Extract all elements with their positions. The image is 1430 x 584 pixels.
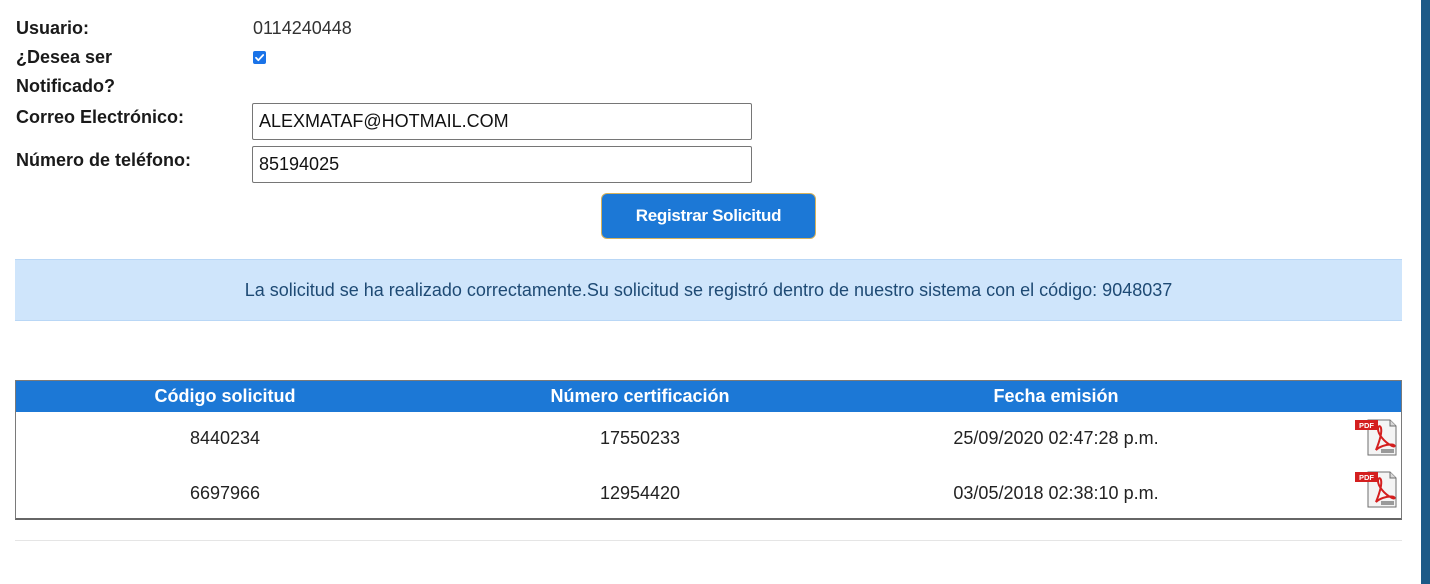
notificado-label-line1: ¿Desea ser (16, 47, 113, 67)
pdf-icon[interactable]: PDF (1354, 416, 1398, 456)
alert-message: La solicitud se ha realizado correctamen… (244, 279, 1173, 300)
cell-numero: 12954420 (599, 483, 681, 503)
cell-codigo: 8440234 (189, 428, 261, 448)
pdf-icon-text: PDF (1359, 421, 1374, 430)
header-numero: Número certificación (550, 386, 730, 406)
right-edge-bar (1421, 0, 1430, 584)
cell-numero: 17550233 (599, 428, 681, 448)
notificado-label-line2: Notificado? (16, 76, 115, 96)
header-fecha: Fecha emisión (993, 386, 1119, 406)
divider (15, 540, 1402, 541)
phone-field[interactable] (252, 146, 752, 183)
pdf-icon[interactable]: PDF (1354, 468, 1398, 508)
correo-label: Correo Electrónico: (16, 107, 185, 127)
notificado-checkbox[interactable] (253, 51, 266, 64)
email-field[interactable] (252, 103, 752, 140)
pdf-icon-text: PDF (1359, 473, 1374, 482)
cell-fecha: 25/09/2020 02:47:28 p.m. (953, 428, 1159, 448)
usuario-value: 0114240448 (253, 18, 352, 38)
cell-codigo: 6697966 (189, 483, 261, 503)
registrar-solicitud-button[interactable]: Registrar Solicitud (601, 193, 816, 239)
header-codigo: Código solicitud (154, 386, 296, 406)
checkmark-icon (255, 54, 265, 62)
certificates-table: Código solicitud Número certificación Fe… (15, 380, 1402, 520)
table-header: Código solicitud Número certificación Fe… (16, 381, 1401, 412)
success-alert: La solicitud se ha realizado correctamen… (15, 259, 1402, 321)
usuario-label: Usuario: (16, 18, 90, 38)
telefono-label: Número de teléfono: (16, 150, 192, 170)
cell-fecha: 03/05/2018 02:38:10 p.m. (953, 483, 1159, 503)
